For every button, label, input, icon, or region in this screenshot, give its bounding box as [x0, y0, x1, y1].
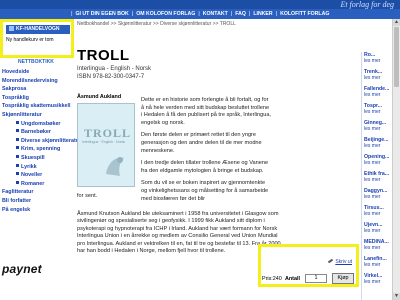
- troll-illustration-icon: [106, 157, 124, 176]
- slogan: Et forlag for deg: [340, 0, 394, 9]
- purchase-box: Skriv ut Pris:240 Antall 1 Kjøp: [258, 244, 359, 287]
- sidebar-item[interactable]: På engelsk: [0, 206, 73, 215]
- book-meta: Interlingua - English - Norsk ISBN 978-8…: [77, 65, 151, 81]
- sidebar-item[interactable]: Morendilsnedervising: [0, 77, 73, 86]
- scroll-thumb[interactable]: [394, 27, 399, 87]
- nav-about[interactable]: OM KOLOFON FORLAG: [134, 11, 197, 17]
- sidebar-item[interactable]: Tospråklig skattemusikkell: [0, 102, 73, 111]
- sidebar-section-title: NETTBOKTIKK: [18, 59, 54, 65]
- sidebar-subitem[interactable]: Barnebøker: [0, 128, 73, 137]
- paynet-logo: paynet: [2, 262, 42, 276]
- category-list: Hovedside Morendilsnedervising Sakprosa …: [0, 68, 81, 215]
- sidebar-subitem[interactable]: Krim, spenning: [0, 145, 73, 154]
- sidebar-subitem[interactable]: Noveller: [0, 171, 73, 180]
- pencil-icon: [328, 258, 334, 264]
- logo-area: [0, 9, 70, 19]
- description-paragraph: Som du vil se er boken inspirert av gjen…: [141, 180, 269, 202]
- cover-title: TROLL: [84, 126, 132, 140]
- bullet-icon: [16, 129, 19, 133]
- book-isbn: ISBN 978-82-300-0347-7: [77, 74, 145, 80]
- nav-links[interactable]: LINKER: [251, 11, 274, 17]
- description-paragraph: Den første delen er primært rettet til d…: [141, 132, 262, 154]
- cover-subtitle: Interlingua · English · Norsk: [82, 140, 126, 144]
- description-paragraph: I den tredje delen tillater trollene Æse…: [141, 160, 269, 174]
- author-bio: Åsmund Knutson Aukland ble uteksaminert …: [77, 211, 281, 255]
- description-continuation: for sent.: [77, 193, 98, 199]
- author-name: Åsmund Aukland: [77, 94, 122, 100]
- sidebar-item[interactable]: Tospråklig: [0, 94, 73, 103]
- cart-icon: [9, 26, 14, 31]
- bullet-icon: [16, 137, 19, 141]
- bullet-icon: [16, 120, 19, 124]
- sidebar-subitem[interactable]: Lyrikk: [0, 163, 73, 172]
- nav-kolofitt[interactable]: KOLOFITT FORLAG: [278, 11, 331, 17]
- sidebar-item[interactable]: Sakprosa: [0, 85, 73, 94]
- top-banner: Et forlag for deg: [0, 0, 400, 9]
- bullet-icon: [16, 154, 19, 158]
- cart-header[interactable]: KF-HANDELVOGN: [6, 25, 70, 34]
- price: Pris:240: [262, 276, 282, 282]
- quantity-label: Antall: [285, 276, 300, 282]
- bullet-icon: [16, 172, 19, 176]
- main-navigation: | GI UT DIN EGEN BOK | OM KOLOFON FORLAG…: [0, 9, 400, 19]
- sidebar-item[interactable]: Faglitteratur: [0, 188, 73, 197]
- book-cover[interactable]: TROLL Interlingua · English · Norsk: [77, 103, 135, 187]
- nav-faq[interactable]: FAQ: [233, 11, 248, 17]
- sidebar-subitem[interactable]: Diverse skjønnlitteratur: [0, 137, 81, 146]
- scroll-up-icon[interactable]: ▲: [393, 19, 400, 26]
- sidebar-subitem[interactable]: Ungdomsbøker: [0, 120, 73, 129]
- print-link[interactable]: Skriv ut: [328, 258, 352, 265]
- nav-contact[interactable]: KONTAKT: [201, 11, 230, 17]
- book-description: Dette er en historie som forlengte å bli…: [141, 97, 271, 208]
- sidebar-item[interactable]: Skjønnlitteratur: [0, 111, 73, 120]
- sidebar-item[interactable]: Bli forfatter: [0, 197, 73, 206]
- breadcrumb[interactable]: Nettbokhandel >> Skjønnlitteratur >> Div…: [77, 21, 236, 27]
- bullet-icon: [16, 163, 19, 167]
- sidebar-subitem[interactable]: Skuespill: [0, 154, 73, 163]
- buy-button[interactable]: Kjøp: [332, 273, 354, 284]
- shopping-cart-box: KF-HANDELVOGN Ny handlekurv er tom: [0, 19, 74, 58]
- book-languages: Interlingua - English - Norsk: [77, 66, 152, 72]
- page-title: TROLL: [77, 47, 130, 64]
- sidebar-item[interactable]: Hovedside: [0, 68, 73, 77]
- description-paragraph: Dette er en historie som forlengte å bli…: [141, 97, 271, 126]
- nav-publish[interactable]: GI UT DIN EGEN BOK: [73, 11, 130, 17]
- cart-status: Ny handlekurv er tom: [6, 37, 54, 43]
- sidebar-subitem[interactable]: Romaner: [0, 180, 73, 189]
- scroll-down-icon[interactable]: ▼: [393, 293, 400, 300]
- vertical-scrollbar[interactable]: ▲ ▼: [392, 19, 400, 300]
- quantity-input[interactable]: 1: [305, 274, 327, 283]
- bullet-icon: [16, 146, 19, 150]
- bullet-icon: [16, 180, 19, 184]
